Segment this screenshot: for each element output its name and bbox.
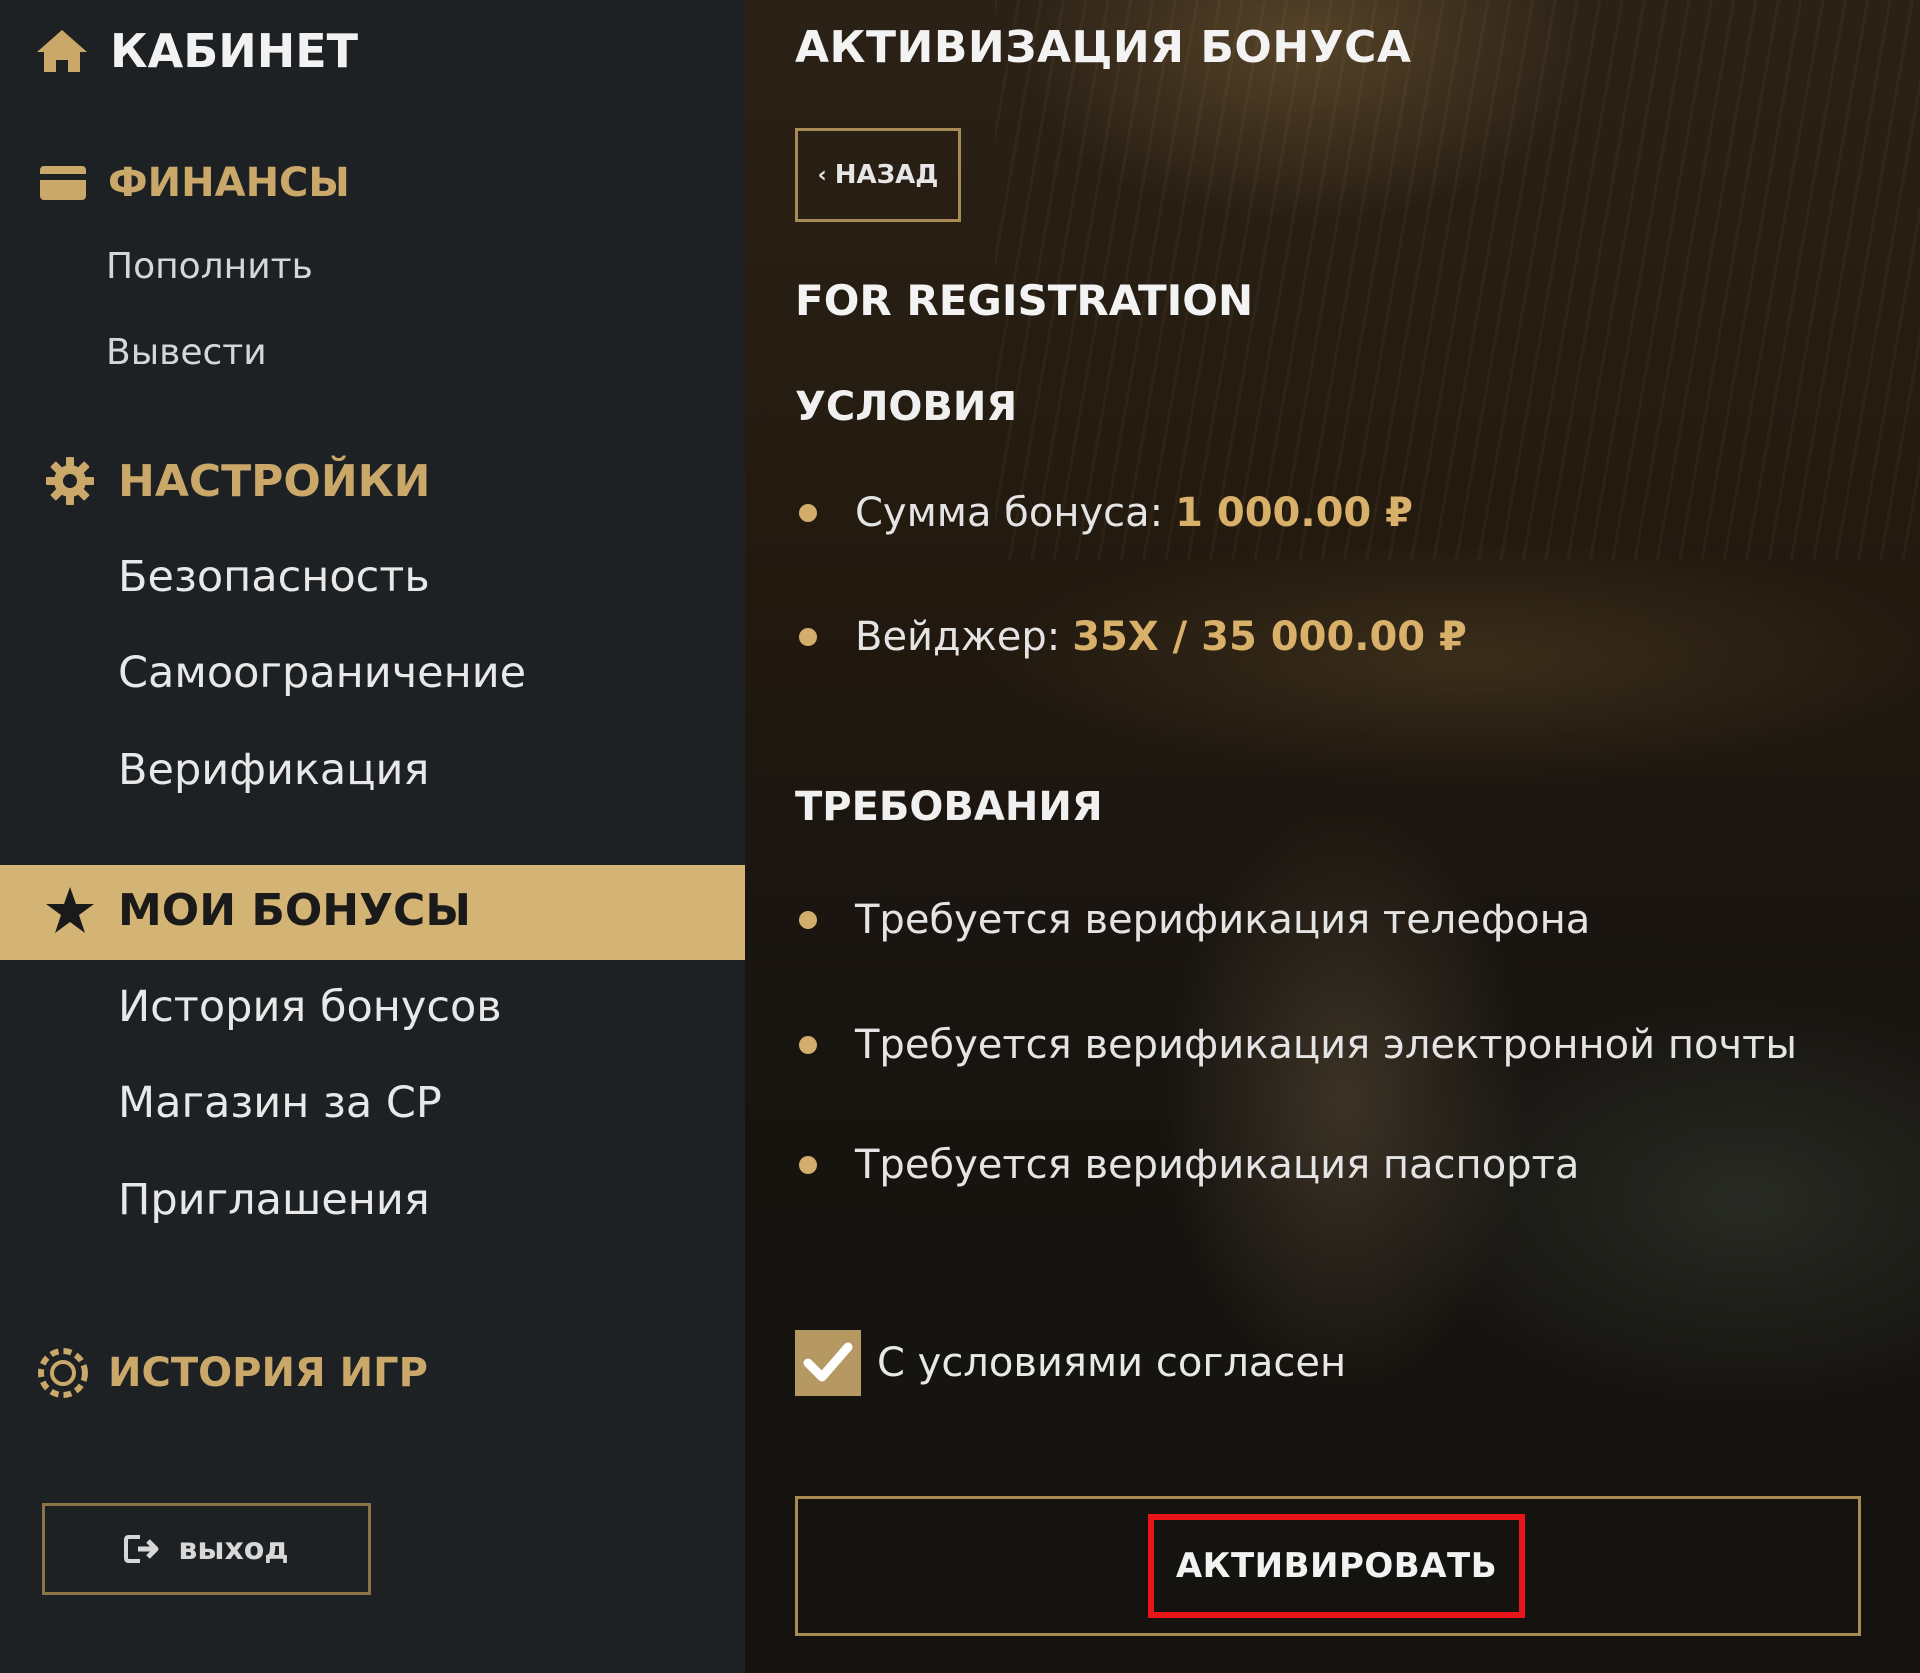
bullet-dot bbox=[799, 628, 817, 646]
sidebar-finances-label: ФИНАНСЫ bbox=[108, 160, 350, 206]
main-content: АКТИВИЗАЦИЯ БОНУСА ‹ НАЗАД FOR REGISTRAT… bbox=[745, 0, 1920, 1673]
activate-button-label[interactable]: АКТИВИРОВАТЬ bbox=[1148, 1514, 1525, 1618]
sidebar-item-cp-shop[interactable]: Магазин за CP bbox=[118, 1078, 442, 1128]
condition-label: Вейджер: bbox=[855, 614, 1061, 660]
chip-icon bbox=[38, 1348, 88, 1398]
star-icon bbox=[44, 884, 96, 936]
condition-value: 35X / 35 000.00 ₽ bbox=[1072, 614, 1467, 660]
requirement-item: Требуется верификация паспорта bbox=[795, 1142, 1579, 1188]
sidebar-item-deposit[interactable]: Пополнить bbox=[106, 246, 313, 287]
requirement-label: Требуется верификация телефона bbox=[855, 897, 1591, 943]
home-icon bbox=[34, 25, 90, 77]
chevron-left-icon: ‹ bbox=[817, 162, 827, 188]
sidebar-settings-label: НАСТРОЙКИ bbox=[118, 455, 431, 507]
sidebar-my-bonuses-label: МОИ БОНУСЫ bbox=[118, 884, 471, 936]
sidebar-item-invitations[interactable]: Приглашения bbox=[118, 1175, 430, 1225]
requirement-item: Требуется верификация электронной почты bbox=[795, 1022, 1797, 1068]
sidebar-item-bonus-history[interactable]: История бонусов bbox=[118, 982, 502, 1032]
sidebar-cabinet[interactable]: КАБИНЕТ bbox=[34, 24, 358, 78]
logout-button[interactable]: выход bbox=[42, 1503, 371, 1595]
requirement-label: Требуется верификация электронной почты bbox=[855, 1022, 1797, 1068]
back-label: НАЗАД bbox=[834, 160, 939, 190]
condition-item: Сумма бонуса: 1 000.00 ₽ bbox=[795, 490, 1413, 536]
sidebar-item-withdraw[interactable]: Вывести bbox=[106, 332, 267, 373]
sidebar-item-security[interactable]: Безопасность bbox=[118, 552, 430, 602]
sidebar-my-bonuses[interactable]: МОИ БОНУСЫ bbox=[44, 884, 471, 936]
requirements-title: ТРЕБОВАНИЯ bbox=[795, 784, 1103, 830]
logout-icon bbox=[124, 1532, 164, 1566]
page-title: АКТИВИЗАЦИЯ БОНУСА bbox=[795, 22, 1412, 73]
sidebar: КАБИНЕТ ФИНАНСЫ Пополнить Вывести НАСТРО… bbox=[0, 0, 745, 1673]
bullet-dot bbox=[799, 504, 817, 522]
sidebar-cabinet-label: КАБИНЕТ bbox=[110, 24, 359, 78]
requirement-label: Требуется верификация паспорта bbox=[855, 1142, 1580, 1188]
gear-icon bbox=[44, 455, 96, 507]
sidebar-game-history[interactable]: ИСТОРИЯ ИГР bbox=[38, 1348, 428, 1398]
sidebar-finances[interactable]: ФИНАНСЫ bbox=[38, 160, 350, 206]
back-button[interactable]: ‹ НАЗАД bbox=[795, 128, 961, 222]
bullet-dot bbox=[799, 1156, 817, 1174]
condition-label: Сумма бонуса: bbox=[855, 490, 1164, 536]
requirement-item: Требуется верификация телефона bbox=[795, 897, 1590, 943]
checkmark-icon bbox=[803, 1342, 853, 1382]
agree-row: С условиями согласен bbox=[795, 1330, 1346, 1396]
sidebar-item-self-limit[interactable]: Самоограничение bbox=[118, 648, 526, 698]
logout-label: выход bbox=[178, 1531, 289, 1567]
condition-item: Вейджер: 35X / 35 000.00 ₽ bbox=[795, 614, 1467, 660]
bonus-name: FOR REGISTRATION bbox=[795, 276, 1254, 325]
sidebar-settings[interactable]: НАСТРОЙКИ bbox=[44, 455, 430, 507]
sidebar-item-verification[interactable]: Верификация bbox=[118, 745, 429, 795]
bullet-dot bbox=[799, 1036, 817, 1054]
card-icon bbox=[38, 163, 88, 203]
condition-value: 1 000.00 ₽ bbox=[1175, 490, 1413, 536]
bullet-dot bbox=[799, 911, 817, 929]
agree-label: С условиями согласен bbox=[877, 1340, 1347, 1386]
sidebar-game-history-label: ИСТОРИЯ ИГР bbox=[108, 1350, 428, 1396]
agree-checkbox[interactable] bbox=[795, 1330, 861, 1396]
conditions-title: УСЛОВИЯ bbox=[795, 384, 1018, 430]
